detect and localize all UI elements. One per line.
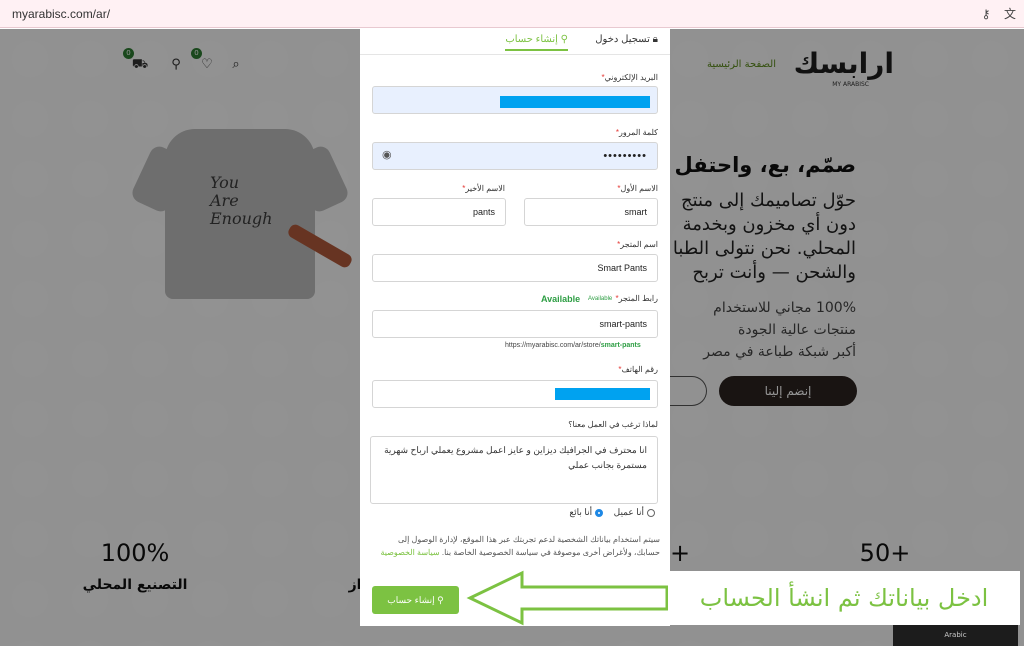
- lock-icon: 🔒︎: [652, 34, 658, 45]
- register-submit-button[interactable]: ⚲ إنشاء حساب: [372, 586, 459, 614]
- browser-toolbar: myarabisc.com/ar/ ⚷ 文: [0, 0, 1024, 28]
- role-seller-radio[interactable]: [595, 508, 604, 517]
- tab-login-label: تسجيل دخول: [595, 34, 650, 45]
- tshirt-print-text: You Are Enough: [210, 174, 272, 228]
- tshirt-text-line: You: [210, 173, 240, 192]
- privacy-policy-link[interactable]: سياسة الخصوصية: [380, 548, 439, 557]
- auth-tabs: 🔒︎ تسجيل دخول ⚲ إنشاء حساب: [360, 29, 670, 55]
- register-modal: 🔒︎ تسجيل دخول ⚲ إنشاء حساب البريد الإلكت…: [360, 29, 670, 626]
- role-customer-label: أنا عميل: [613, 507, 644, 517]
- role-customer-radio[interactable]: [647, 508, 655, 517]
- why-label: لماذا ترغب في العمل معنا؟: [568, 420, 658, 429]
- store-link-available-status: Available: [541, 294, 581, 304]
- last-name-field[interactable]: pants: [372, 198, 506, 226]
- user-icon: ⚲: [437, 595, 444, 605]
- role-seller-label: أنا بائع: [569, 507, 593, 517]
- key-icon[interactable]: ⚷: [978, 6, 994, 22]
- store-name-label: اسم المتجر*: [617, 240, 658, 249]
- translate-icon[interactable]: 文: [1002, 6, 1018, 22]
- tshirt-text-line: Enough: [210, 209, 273, 228]
- address-bar[interactable]: myarabisc.com/ar/: [12, 7, 110, 21]
- store-name-field[interactable]: Smart Pants: [372, 254, 658, 282]
- role-radio-group: أنا عميل أنا بائع: [569, 507, 658, 518]
- eye-icon[interactable]: ◉: [382, 148, 392, 161]
- redacted-phone: [555, 388, 650, 400]
- store-link-available-tag: Available: [588, 296, 613, 302]
- user-icon: ⚲: [560, 34, 568, 45]
- last-name-label: الاسم الأخير*: [462, 184, 505, 193]
- annotation-arrow: [466, 570, 669, 626]
- annotation-callout: ادخل بياناتك ثم انشأ الحساب: [668, 571, 1020, 625]
- register-submit-label: إنشاء حساب: [387, 595, 435, 605]
- why-textarea[interactable]: انا محترف في الجرافيك ديزاين و عايز اعمل…: [370, 436, 658, 504]
- tab-register[interactable]: ⚲ إنشاء حساب: [505, 34, 568, 51]
- privacy-notice: سيتم استخدام بياناتك الشخصية لدعم تجربتك…: [370, 533, 660, 559]
- language-tooltip: Arabic: [893, 625, 1018, 646]
- redacted-email: [500, 96, 650, 108]
- first-name-label: الاسم الأول*: [617, 184, 658, 193]
- store-link-hint: https://myarabisc.com/ar/store/smart-pan…: [505, 342, 641, 349]
- store-link-label: رابط المتجر*: [615, 294, 658, 303]
- tab-register-label: إنشاء حساب: [505, 34, 558, 45]
- password-field[interactable]: •••••••••: [372, 142, 658, 170]
- password-label: كلمة المرور*: [615, 128, 658, 137]
- first-name-field[interactable]: smart: [524, 198, 658, 226]
- tab-login[interactable]: 🔒︎ تسجيل دخول: [595, 34, 658, 45]
- store-link-field[interactable]: smart-pants: [372, 310, 658, 338]
- phone-label: رقم الهاتف*: [618, 365, 658, 374]
- email-label: البريد الإلكتروني*: [601, 73, 659, 82]
- tshirt-text-line: Are: [210, 191, 239, 210]
